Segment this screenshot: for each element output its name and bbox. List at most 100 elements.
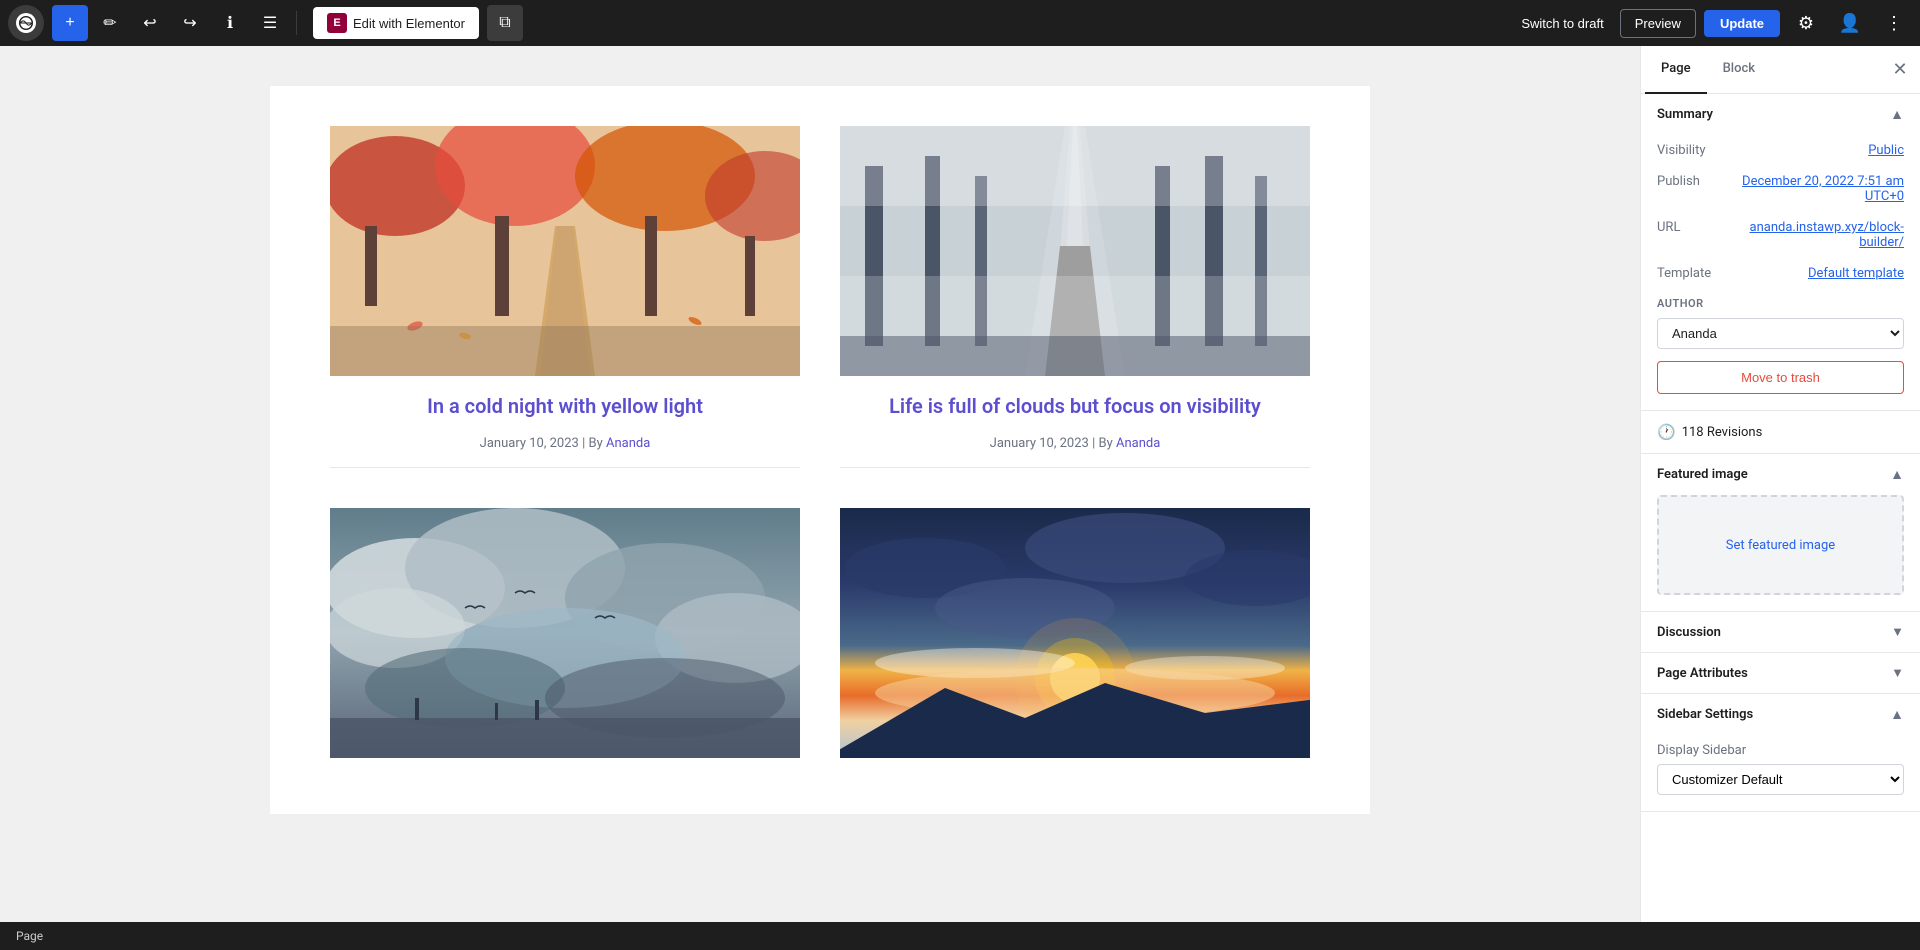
update-button[interactable]: Update — [1704, 10, 1780, 37]
discussion-toggle-icon: ▼ — [1891, 624, 1904, 640]
summary-section: Summary ▲ Visibility Public Publish Dece… — [1641, 94, 1920, 411]
toolbar-divider — [296, 11, 297, 35]
featured-image-section: Featured image ▲ Set featured image — [1641, 454, 1920, 612]
list-icon: ☰ — [263, 13, 277, 33]
post-date-2: January 10, 2023 — [990, 436, 1089, 451]
user-button[interactable]: 👤 — [1832, 5, 1868, 41]
visibility-value[interactable]: Public — [1735, 143, 1904, 158]
editor-area[interactable]: In a cold night with yellow light Januar… — [0, 46, 1640, 922]
template-row: Template Default template — [1657, 258, 1904, 289]
summary-toggle-icon: ▲ — [1890, 106, 1904, 123]
main-layout: In a cold night with yellow light Januar… — [0, 46, 1920, 922]
visibility-row: Visibility Public — [1657, 135, 1904, 166]
featured-image-header[interactable]: Featured image ▲ — [1641, 454, 1920, 495]
sidebar-settings-section: Sidebar Settings ▲ Display Sidebar Custo… — [1641, 694, 1920, 812]
post-card: In a cold night with yellow light Januar… — [330, 126, 800, 468]
post-card-2: Life is full of clouds but focus on visi… — [840, 126, 1310, 468]
revisions-icon: 🕐 — [1657, 423, 1676, 441]
user-icon: 👤 — [1839, 13, 1861, 34]
publish-label: Publish — [1657, 174, 1727, 189]
page-attributes-toggle-icon: ▼ — [1891, 665, 1904, 681]
toolbar-right: Switch to draft Preview Update ⚙ 👤 ⋮ — [1513, 5, 1912, 41]
bottom-bar: Page — [0, 922, 1920, 950]
close-icon: ✕ — [1892, 59, 1907, 80]
summary-header[interactable]: Summary ▲ — [1641, 94, 1920, 135]
bottom-bar-label: Page — [16, 929, 43, 943]
post-separator-1 — [330, 467, 800, 468]
editor-content: In a cold night with yellow light Januar… — [270, 86, 1370, 814]
sidebar-settings-header[interactable]: Sidebar Settings ▲ — [1641, 694, 1920, 735]
switch-to-draft-button[interactable]: Switch to draft — [1513, 10, 1611, 37]
post-image-sunset[interactable] — [840, 508, 1310, 758]
featured-image-title: Featured image — [1657, 467, 1748, 482]
post-date-1: January 10, 2023 — [480, 436, 579, 451]
right-sidebar: Page Block ✕ Summary ▲ Visibility Public — [1640, 46, 1920, 922]
post-author-2[interactable]: Ananda — [1116, 436, 1160, 451]
page-attributes-section[interactable]: Page Attributes ▼ — [1641, 653, 1920, 694]
post-card-4 — [840, 508, 1310, 774]
revisions-section[interactable]: 🕐 118 Revisions — [1641, 411, 1920, 454]
tools-button[interactable]: ✏ — [92, 5, 128, 41]
plus-icon: + — [65, 14, 74, 32]
add-block-button[interactable]: + — [52, 5, 88, 41]
toolbar: + ✏ ↩ ↪ ℹ ☰ E Edit with Elementor ⧉ Swit… — [0, 0, 1920, 46]
display-sidebar-select[interactable]: Customizer Default — [1657, 764, 1904, 795]
publish-row: Publish December 20, 2022 7:51 am UTC+0 — [1657, 166, 1904, 212]
sidebar-settings-content: Display Sidebar Customizer Default — [1641, 735, 1920, 811]
post-author-1[interactable]: Ananda — [606, 436, 650, 451]
display-sidebar-label: Display Sidebar — [1657, 743, 1904, 758]
post-image-autumn[interactable] — [330, 126, 800, 376]
post-meta-1: January 10, 2023 | By Ananda — [330, 436, 800, 451]
info-icon: ℹ — [227, 13, 233, 33]
copy-icon: ⧉ — [499, 14, 510, 32]
post-title-2: Life is full of clouds but focus on visi… — [840, 392, 1310, 420]
redo-button[interactable]: ↪ — [172, 5, 208, 41]
more-options-button[interactable]: ⋮ — [1876, 5, 1912, 41]
tab-block[interactable]: Block — [1707, 46, 1771, 94]
undo-icon: ↩ — [143, 13, 156, 33]
summary-content: Visibility Public Publish December 20, 2… — [1641, 135, 1920, 410]
author-select[interactable]: Ananda — [1657, 318, 1904, 349]
visibility-label: Visibility — [1657, 143, 1727, 158]
featured-image-toggle: ▲ — [1890, 466, 1904, 483]
discussion-section[interactable]: Discussion ▼ — [1641, 612, 1920, 653]
post-separator-2 — [840, 467, 1310, 468]
template-label: Template — [1657, 266, 1727, 281]
wp-logo[interactable] — [8, 5, 44, 41]
move-to-trash-button[interactable]: Move to trash — [1657, 361, 1904, 394]
edit-with-elementor-button[interactable]: E Edit with Elementor — [313, 7, 479, 39]
discussion-title: Discussion — [1657, 625, 1721, 640]
url-row: URL ananda.instawp.xyz/block-builder/ — [1657, 212, 1904, 258]
revisions-label: 118 Revisions — [1682, 425, 1763, 440]
list-view-button[interactable]: ☰ — [252, 5, 288, 41]
set-featured-image-button[interactable]: Set featured image — [1657, 495, 1904, 595]
post-meta-2: January 10, 2023 | By Ananda — [840, 436, 1310, 451]
post-title-1: In a cold night with yellow light — [330, 392, 800, 420]
template-value[interactable]: Default template — [1735, 266, 1904, 281]
summary-title: Summary — [1657, 107, 1713, 122]
redo-icon: ↪ — [183, 13, 196, 33]
info-button[interactable]: ℹ — [212, 5, 248, 41]
sidebar-tabs: Page Block ✕ — [1641, 46, 1920, 94]
tools-icon: ✏ — [103, 13, 116, 33]
preview-button[interactable]: Preview — [1620, 9, 1696, 38]
undo-button[interactable]: ↩ — [132, 5, 168, 41]
post-grid: In a cold night with yellow light Januar… — [330, 126, 1310, 774]
url-value[interactable]: ananda.instawp.xyz/block-builder/ — [1735, 220, 1904, 250]
wp-logo-icon — [16, 13, 36, 33]
sidebar-settings-toggle: ▲ — [1890, 706, 1904, 723]
post-image-clouds[interactable] — [330, 508, 800, 758]
tab-page[interactable]: Page — [1645, 46, 1707, 94]
sidebar-close-button[interactable]: ✕ — [1884, 54, 1916, 86]
elementor-label: Edit with Elementor — [353, 16, 465, 31]
gear-icon: ⚙ — [1798, 13, 1814, 34]
publish-value[interactable]: December 20, 2022 7:51 am UTC+0 — [1735, 174, 1904, 204]
author-label: AUTHOR — [1657, 297, 1904, 310]
post-card-3 — [330, 508, 800, 774]
copy-button[interactable]: ⧉ — [487, 5, 523, 41]
page-attributes-title: Page Attributes — [1657, 666, 1748, 681]
more-icon: ⋮ — [1885, 13, 1903, 34]
post-image-forest[interactable] — [840, 126, 1310, 376]
settings-button[interactable]: ⚙ — [1788, 5, 1824, 41]
url-label: URL — [1657, 220, 1727, 235]
